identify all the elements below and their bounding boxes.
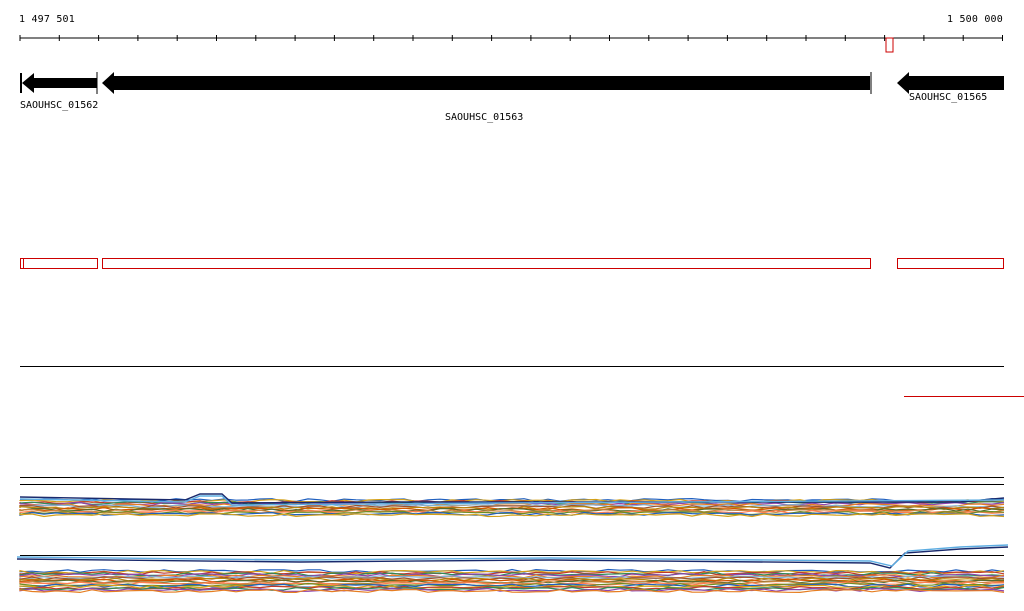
feature-box[interactable]	[23, 258, 98, 269]
gene-label-SAOUHSC_01565[interactable]: SAOUHSC_01565	[909, 92, 987, 103]
feature-track[interactable]	[20, 258, 1004, 269]
gene-arrow-SAOUHSC_01565[interactable]	[897, 72, 1004, 94]
coordinate-ruler	[19, 35, 1003, 53]
gene-track[interactable]	[20, 72, 1004, 94]
position-marker[interactable]	[885, 37, 894, 53]
gene-arrow-SAOUHSC_01562[interactable]	[20, 73, 97, 93]
coverage-track-2[interactable]	[16, 544, 1009, 594]
gene-label-SAOUHSC_01563[interactable]: SAOUHSC_01563	[445, 112, 523, 123]
coverage-line	[19, 513, 1005, 518]
coverage-line	[16, 546, 1009, 569]
coverage-track-1[interactable]	[19, 493, 1005, 518]
feature-box[interactable]	[897, 258, 1004, 269]
genome-browser-canvas[interactable]	[0, 0, 1024, 611]
gene-arrow-SAOUHSC_01563[interactable]	[102, 72, 870, 94]
gene-label-SAOUHSC_01562[interactable]: SAOUHSC_01562	[20, 100, 98, 111]
feature-box[interactable]	[102, 258, 871, 269]
